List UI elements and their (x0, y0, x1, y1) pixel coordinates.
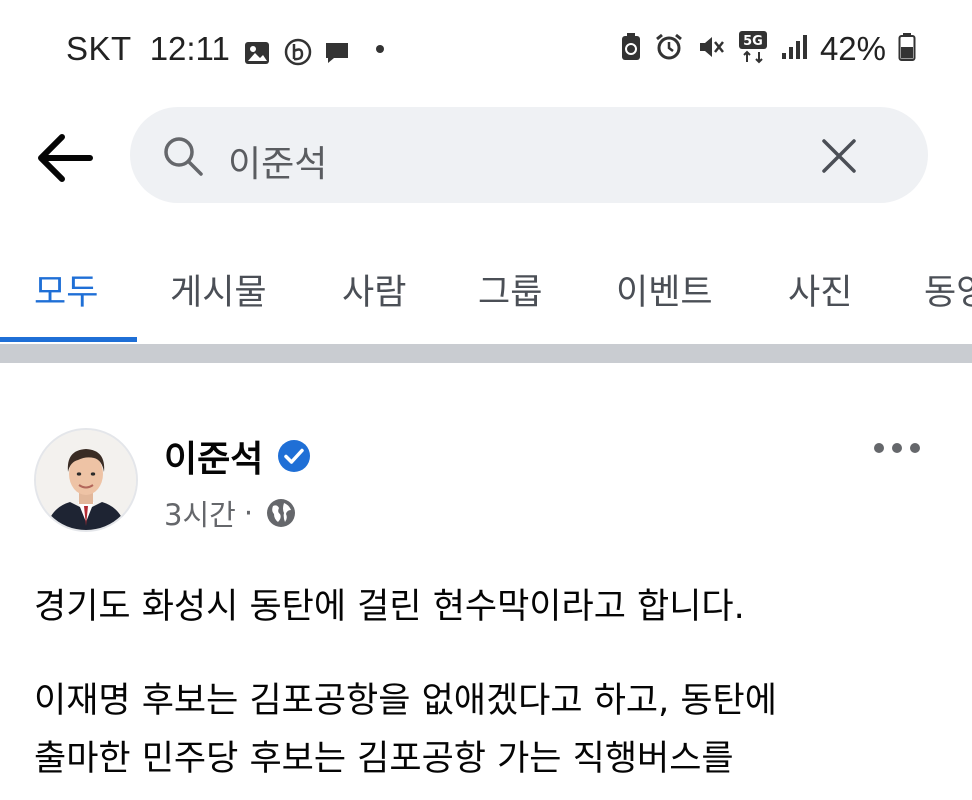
message-icon (324, 36, 350, 63)
post-options-button[interactable] (874, 438, 920, 458)
more-dot-icon (910, 443, 920, 453)
post-text-line: 경기도 화성시 동탄에 걸린 현수막이라고 합니다. (34, 587, 745, 627)
section-divider (0, 344, 972, 363)
battery-percent: 42% (819, 30, 886, 67)
tab-posts[interactable]: 게시물 (170, 264, 267, 315)
post-text-line: 출마한 민주당 후보는 김포공항 가는 직행버스를 (34, 739, 734, 779)
alarm-icon (654, 32, 684, 66)
tab-events[interactable]: 이벤트 (616, 264, 713, 315)
gallery-icon (244, 36, 270, 64)
search-icon (162, 135, 204, 177)
post-timestamp[interactable]: 3시간 (164, 492, 236, 534)
post-body: 경기도 화성시 동탄에 걸린 현수막이라고 합니다. 이재명 후보는 김포공항을… (34, 578, 944, 788)
5g-icon: 5G (738, 30, 768, 68)
more-dot-icon (874, 443, 884, 453)
more-dot-icon (892, 443, 902, 453)
profile-photo (36, 430, 136, 530)
tab-videos[interactable]: 동영 (924, 264, 972, 315)
clear-search-button[interactable] (820, 137, 858, 175)
author-name[interactable]: 이준석 (164, 430, 263, 482)
carrier-label: SKT (66, 30, 132, 67)
tab-photos[interactable]: 사진 (788, 264, 852, 315)
recycle-battery-icon (620, 32, 642, 66)
search-input[interactable]: 이준석 (130, 107, 928, 203)
search-query-text[interactable]: 이준석 (228, 135, 327, 187)
tab-groups[interactable]: 그룹 (478, 264, 542, 315)
active-tab-indicator (0, 337, 137, 342)
arrow-left-icon (38, 134, 93, 182)
verified-badge-icon (277, 439, 311, 473)
b-app-icon (284, 36, 312, 66)
status-bar: SKT 12:11 5G 42% (0, 0, 972, 104)
mute-icon (696, 32, 726, 66)
status-bar-left: SKT 12:11 (66, 30, 384, 68)
signal-icon (780, 33, 808, 65)
post-meta: 3시간 · (164, 492, 297, 534)
search-filter-tabs: 모두 게시물 사람 그룹 이벤트 사진 동영 (0, 248, 972, 344)
tab-people[interactable]: 사람 (342, 264, 406, 315)
clock: 12:11 (149, 30, 230, 67)
status-bar-right: 5G 42% (620, 30, 916, 68)
close-icon (822, 139, 856, 173)
meta-separator: · (243, 496, 254, 530)
globe-icon (265, 497, 297, 529)
post-author-row: 이준석 (164, 430, 311, 482)
avatar[interactable] (34, 428, 138, 532)
more-dot-icon (375, 45, 384, 53)
battery-icon (898, 32, 916, 66)
tab-all[interactable]: 모두 (34, 264, 98, 315)
post-text-line: 이재명 후보는 김포공항을 없애겠다고 하고, 동탄에 (34, 681, 777, 721)
back-button[interactable] (34, 126, 98, 190)
network-type-label: 5G (743, 34, 763, 49)
